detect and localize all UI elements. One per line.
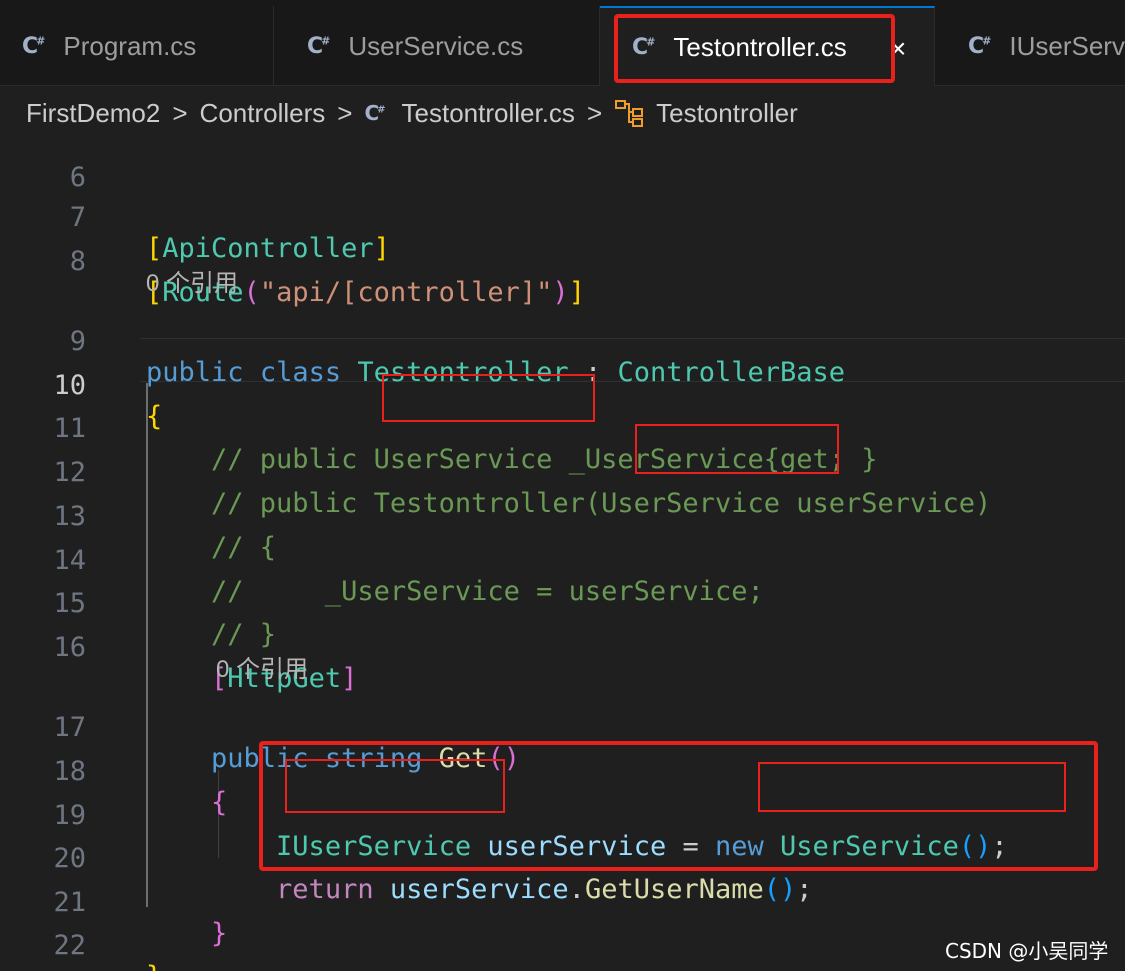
csharp-file-icon: C# bbox=[22, 33, 46, 59]
tab-program-cs[interactable]: C# Program.cs bbox=[0, 6, 274, 86]
codelens-references[interactable]: 0 个引用 bbox=[216, 649, 308, 684]
tab-label: IUserServ bbox=[1009, 30, 1125, 61]
highlight-box bbox=[614, 14, 895, 83]
code-line: 16 [HttpGet] bbox=[0, 601, 1125, 694]
code-line: 13 // { bbox=[0, 470, 1125, 563]
code-line: 12 // public Testontroller(UserService u… bbox=[0, 426, 1125, 519]
code-line: 9 public class Testontroller : Controlle… bbox=[0, 295, 1125, 388]
code-line: 7 [ApiController] bbox=[0, 171, 1125, 264]
breadcrumb-item-project[interactable]: FirstDemo2 bbox=[26, 98, 160, 129]
highlight-box bbox=[635, 424, 839, 474]
tab-label: UserService.cs bbox=[348, 30, 524, 61]
breadcrumb-item-class[interactable]: Testontroller bbox=[656, 98, 798, 129]
chevron-right-icon: > bbox=[172, 97, 188, 128]
breadcrumb-item-folder[interactable]: Controllers bbox=[200, 98, 326, 129]
code-line: 14 // _UserService = userService; bbox=[0, 514, 1125, 607]
line-number: 16 bbox=[53, 632, 86, 663]
csharp-file-icon: C# bbox=[968, 33, 992, 59]
class-symbol-icon bbox=[615, 100, 644, 127]
code-line: 17 public string Get() bbox=[0, 681, 1125, 774]
chevron-right-icon: > bbox=[586, 97, 603, 128]
watermark: CSDN @小吴同学 bbox=[945, 939, 1109, 963]
line-number: 8 bbox=[69, 246, 86, 277]
csharp-file-icon: C# bbox=[307, 33, 331, 59]
breadcrumb-item-file[interactable]: Testontroller.cs bbox=[402, 98, 575, 129]
chevron-right-icon: > bbox=[337, 97, 353, 128]
tab-label: Program.cs bbox=[63, 30, 197, 61]
highlight-box bbox=[259, 741, 1098, 871]
tab-iuserservice-cs[interactable]: C# IUserServ bbox=[936, 6, 1125, 86]
tab-userservice-cs[interactable]: C# UserService.cs bbox=[275, 6, 600, 86]
codelens-references[interactable]: 0 个引用 bbox=[146, 263, 238, 298]
highlight-box bbox=[382, 374, 595, 422]
csharp-file-icon: C# bbox=[364, 101, 386, 125]
code-line: 6 bbox=[0, 131, 1125, 193]
code-line: 8 [Route("api/[controller]")] bbox=[0, 215, 1125, 308]
editor-tab-bar: C# Program.cs C# UserService.cs C# Testo… bbox=[0, 0, 1125, 86]
code-line: 15 // } bbox=[0, 557, 1125, 650]
